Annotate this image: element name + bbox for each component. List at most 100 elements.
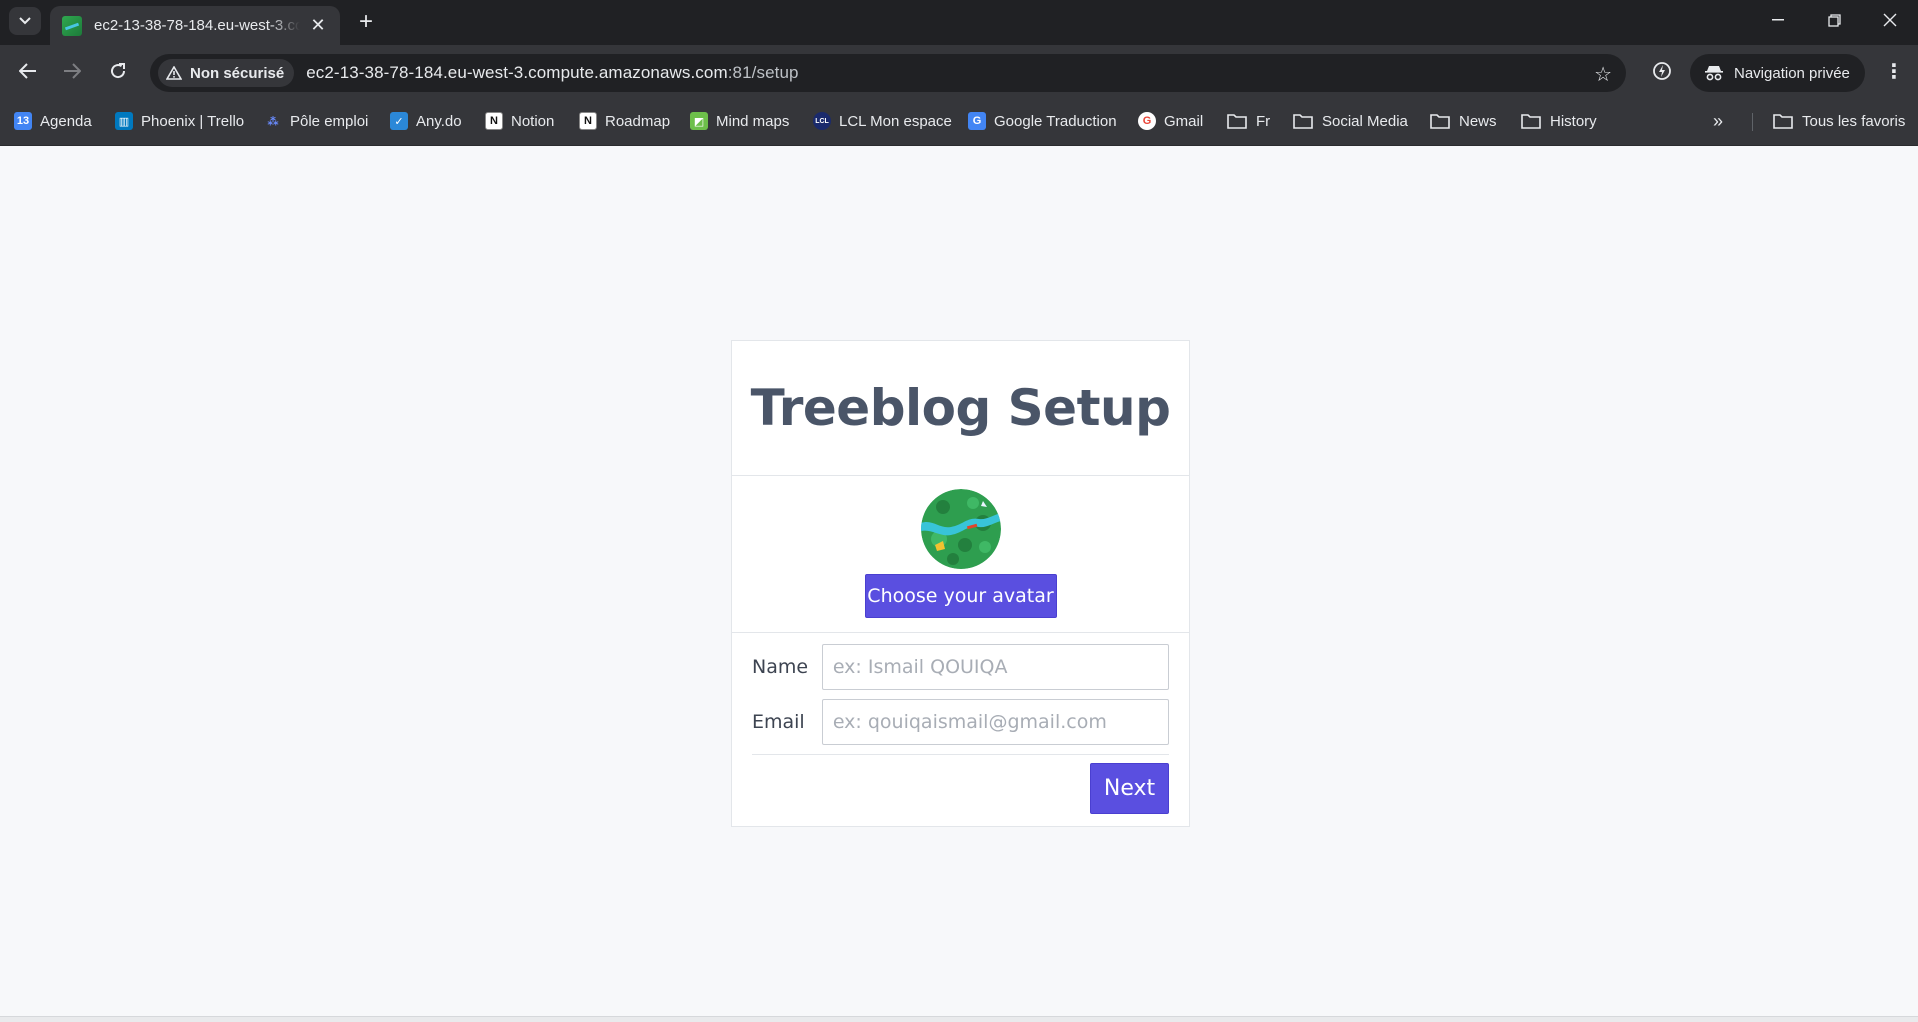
google-icon: G: [1138, 112, 1156, 130]
bookmark-star-icon[interactable]: ☆: [1594, 62, 1612, 87]
bookmark-agenda[interactable]: 13 Agenda: [14, 109, 92, 133]
bookmark-label: News: [1459, 112, 1497, 130]
bookmark-google-traduction[interactable]: G Google Traduction: [968, 109, 1117, 133]
back-button[interactable]: [12, 55, 44, 87]
bookmark-label: Phoenix | Trello: [141, 112, 245, 130]
anydo-icon: ✓: [390, 112, 408, 130]
page-viewport: Treeblog Setup Choose your avatar Name e…: [0, 146, 1918, 1016]
form-actions: Next: [752, 755, 1169, 814]
folder-icon: [1521, 114, 1541, 129]
address-bar[interactable]: Non sécurisé ec2-13-38-78-184.eu-west-3.…: [150, 54, 1626, 92]
translate-icon: G: [968, 112, 986, 130]
folder-icon: [1227, 114, 1247, 129]
trello-icon: ▥: [115, 112, 133, 130]
bookmark-label: Any.do: [416, 112, 462, 130]
site-favicon-icon: [62, 15, 82, 36]
all-bookmarks-label: Tous les favoris: [1802, 112, 1906, 130]
folder-icon: [1773, 114, 1793, 129]
bookmark-anydo[interactable]: ✓ Any.do: [390, 109, 462, 133]
bookmark-folder-history[interactable]: History: [1521, 109, 1597, 133]
avatar-section: Choose your avatar: [732, 476, 1189, 633]
close-window-button[interactable]: [1862, 0, 1918, 40]
reload-icon: [111, 63, 126, 79]
email-input[interactable]: [821, 699, 1169, 745]
avatar: [920, 489, 1001, 569]
close-icon: [1883, 13, 1897, 27]
bookmark-pole-emploi[interactable]: ⁂ Pôle emploi: [264, 109, 368, 133]
new-tab-button[interactable]: +: [352, 8, 380, 36]
incognito-label: Navigation privée: [1734, 64, 1850, 82]
bookmarks-divider: [1752, 113, 1753, 131]
bookmark-notion[interactable]: N Notion: [485, 109, 554, 133]
bookmark-trello[interactable]: ▥ Phoenix | Trello: [115, 109, 244, 133]
setup-card: Treeblog Setup Choose your avatar Name e…: [731, 340, 1190, 827]
bookmark-mind-maps[interactable]: ◩ Mind maps: [690, 109, 789, 133]
browser-tab[interactable]: ec2-13-38-78-184.eu-west-3.compute.amazo…: [50, 6, 340, 45]
browser-titlebar: ec2-13-38-78-184.eu-west-3.compute.amazo…: [0, 0, 1918, 45]
email-row: Email: [752, 699, 1169, 745]
bookmark-label: Social Media: [1322, 112, 1408, 130]
reload-button[interactable]: [102, 55, 134, 87]
bookmark-label: Pôle emploi: [290, 112, 369, 130]
browser-toolbar: Non sécurisé ec2-13-38-78-184.eu-west-3.…: [0, 45, 1918, 97]
minimize-icon: [1772, 19, 1784, 21]
tab-title: ec2-13-38-78-184.eu-west-3.compute.amazo…: [94, 17, 300, 34]
bookmark-folder-social-media[interactable]: Social Media: [1293, 109, 1408, 133]
url-path: :81/setup: [727, 63, 799, 82]
setup-form: Name Email Next: [732, 633, 1189, 814]
incognito-icon: [1705, 66, 1723, 81]
page-title: Treeblog Setup: [750, 379, 1171, 437]
pole-emploi-icon: ⁂: [267, 115, 279, 128]
chevron-down-icon: [19, 17, 31, 25]
incognito-chip[interactable]: Navigation privée: [1690, 54, 1865, 92]
email-label: Email: [752, 711, 805, 733]
window-bottom-edge: [0, 1016, 1918, 1022]
bookmark-folder-news[interactable]: News: [1430, 109, 1497, 133]
folder-icon: [1430, 114, 1450, 129]
name-input[interactable]: [821, 644, 1169, 690]
security-label: Non sécurisé: [190, 64, 285, 82]
bookmark-label: LCL Mon espace: [839, 112, 952, 130]
all-bookmarks-folder[interactable]: Tous les favoris: [1773, 109, 1905, 133]
close-tab-icon[interactable]: ✕: [308, 15, 328, 36]
warning-icon: [166, 66, 182, 80]
forward-button[interactable]: [56, 55, 88, 87]
name-row: Name: [752, 644, 1169, 690]
lcl-icon: LCL: [813, 112, 831, 130]
restore-button[interactable]: [1806, 0, 1862, 40]
arrow-right-icon: [64, 63, 81, 79]
bookmark-label: Gmail: [1164, 112, 1204, 130]
restore-icon: [1827, 13, 1841, 27]
name-label: Name: [752, 656, 809, 678]
arrow-left-icon: [19, 63, 36, 79]
notion-icon: N: [485, 112, 503, 130]
next-button[interactable]: Next: [1090, 763, 1169, 814]
url-text[interactable]: ec2-13-38-78-184.eu-west-3.compute.amazo…: [306, 63, 798, 83]
bookmark-label: Fr: [1256, 112, 1271, 130]
choose-avatar-button[interactable]: Choose your avatar: [864, 574, 1057, 618]
bookmarks-bar: 13 Agenda ▥ Phoenix | Trello ⁂ Pôle empl…: [0, 97, 1918, 146]
tab-search-button[interactable]: [9, 7, 41, 35]
bookmark-folder-fr[interactable]: Fr: [1227, 109, 1270, 133]
calendar-icon: 13: [14, 112, 32, 130]
notion-icon: N: [579, 112, 597, 130]
url-host: ec2-13-38-78-184.eu-west-3.compute.amazo…: [306, 63, 728, 82]
browser-menu-icon[interactable]: ⋮: [1880, 56, 1908, 86]
forest-map-avatar-icon: [920, 489, 1001, 569]
performance-icon[interactable]: [1647, 56, 1677, 86]
setup-header: Treeblog Setup: [732, 341, 1189, 476]
bookmark-roadmap[interactable]: N Roadmap: [579, 109, 670, 133]
minimize-button[interactable]: [1750, 0, 1806, 40]
bookmark-label: Agenda: [40, 112, 92, 130]
more-bookmarks-icon[interactable]: »: [1713, 109, 1723, 133]
bookmark-label: Roadmap: [605, 112, 671, 130]
bookmark-lcl[interactable]: LCL LCL Mon espace: [813, 109, 952, 133]
bookmark-label: Mind maps: [716, 112, 790, 130]
bookmark-label: Google Traduction: [994, 112, 1117, 130]
security-chip[interactable]: Non sécurisé: [158, 59, 295, 87]
bookmark-label: Notion: [511, 112, 555, 130]
bookmark-gmail[interactable]: G Gmail: [1138, 109, 1203, 133]
folder-icon: [1293, 114, 1313, 129]
bookmark-label: History: [1550, 112, 1597, 130]
mindmap-icon: ◩: [690, 112, 708, 130]
